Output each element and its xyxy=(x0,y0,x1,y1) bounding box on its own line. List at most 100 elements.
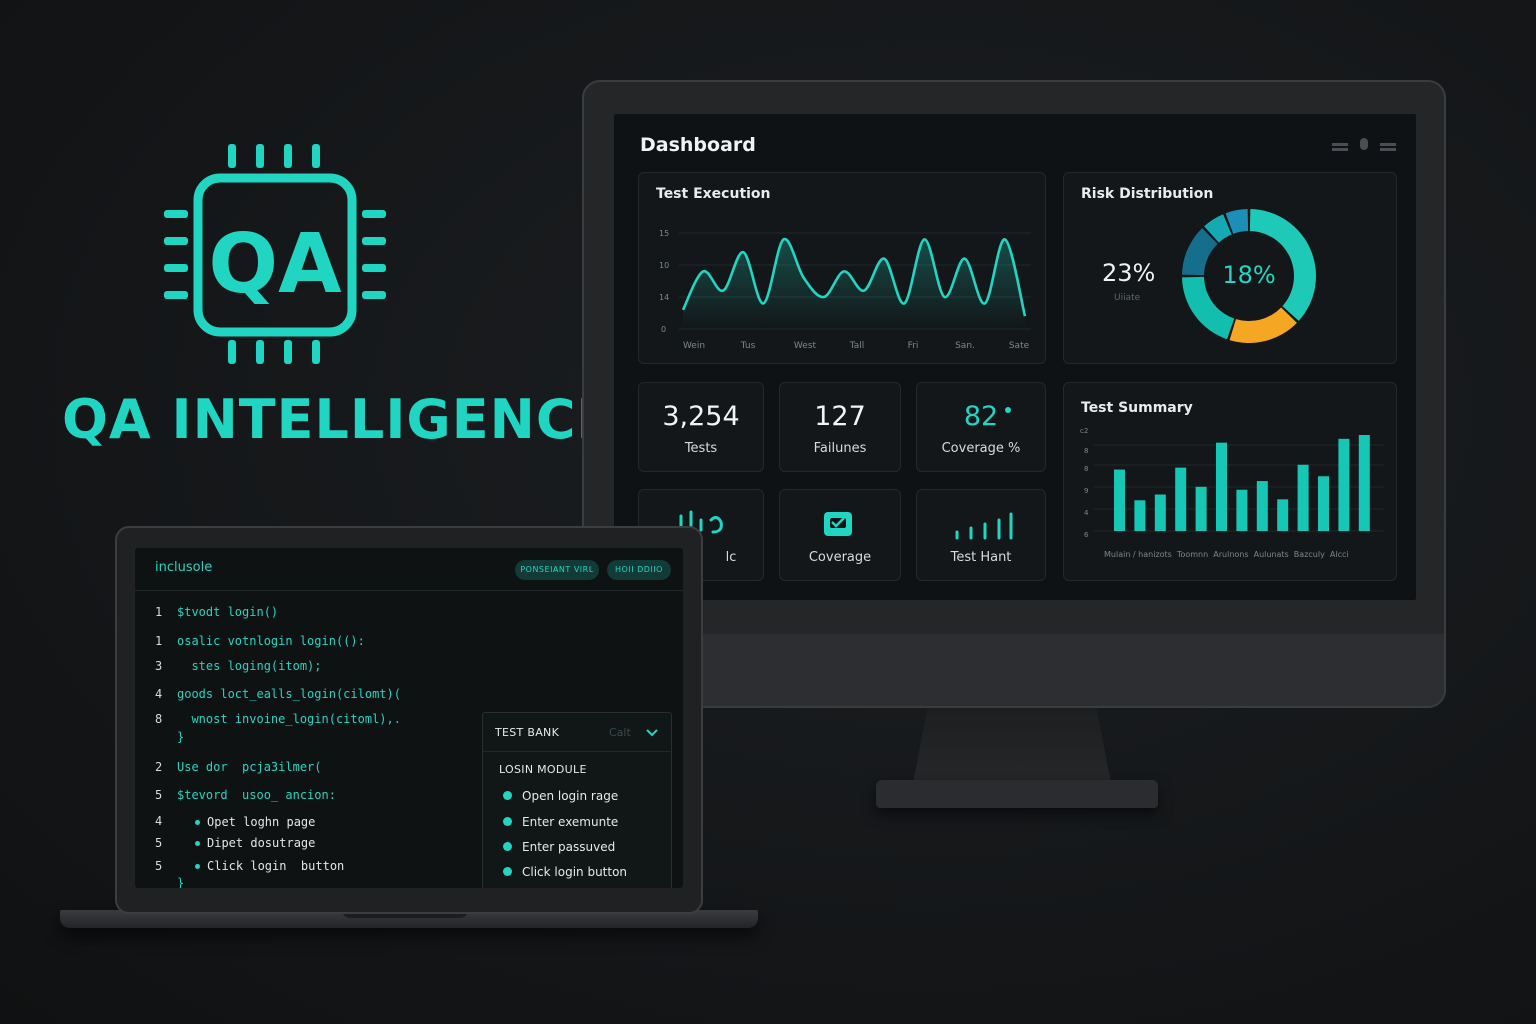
bar[interactable] xyxy=(1114,469,1125,531)
bar[interactable] xyxy=(1236,489,1248,531)
checklist-icon xyxy=(824,512,852,536)
code-line[interactable]: osalic votnlogin login((): xyxy=(177,634,365,648)
menu-icon[interactable] xyxy=(1380,142,1396,146)
menu-icon[interactable] xyxy=(1332,142,1348,146)
card-title: Risk Distribution xyxy=(1081,186,1214,202)
bar[interactable] xyxy=(1134,500,1146,531)
bar[interactable] xyxy=(1297,464,1309,531)
divider xyxy=(135,590,683,591)
code-line[interactable]: $tevord usoo_ ancion: xyxy=(177,788,336,802)
line-chart: 15 10 14 0 Wein Tus West Tall Fri San. S… xyxy=(659,229,1031,351)
y-tick: 15 xyxy=(659,229,669,238)
x-tick: Tus xyxy=(740,341,756,351)
chevron-down-icon[interactable] xyxy=(645,728,659,738)
line-number: 5 xyxy=(155,788,163,802)
line-number: 4 xyxy=(155,814,163,828)
logo-text: QA xyxy=(208,217,342,312)
y-tick: 10 xyxy=(659,261,669,270)
bar[interactable] xyxy=(1318,476,1329,531)
test-execution-card[interactable]: Test Execution 15 10 14 0 Wein Tus West … xyxy=(638,172,1046,364)
line-number: 4 xyxy=(155,687,163,701)
stat-value: 3,254 xyxy=(662,401,740,432)
chip-icon: QA xyxy=(164,144,386,364)
monitor-foot xyxy=(876,780,1158,808)
ide-title: inclusole xyxy=(155,560,213,575)
bar[interactable] xyxy=(1175,467,1187,531)
x-tick: Wein xyxy=(683,341,705,351)
test-step-item[interactable]: Click login button xyxy=(503,865,627,879)
stat-label: Failunes xyxy=(813,441,867,456)
line-number: 5 xyxy=(155,859,163,873)
y-tick: c2 xyxy=(1080,427,1088,435)
page-title: Dashboard xyxy=(640,134,756,156)
code-bullet[interactable]: Dipet dosutrage xyxy=(195,836,315,850)
risk-label: Uiiate xyxy=(1114,293,1141,303)
divider xyxy=(483,751,671,752)
ide-button-secondary[interactable]: HOII DDIIO xyxy=(607,560,671,580)
bar[interactable] xyxy=(1154,494,1166,531)
line-number: 1 xyxy=(155,605,163,619)
tile-label: Coverage xyxy=(808,550,872,565)
test-summary-card[interactable]: Test Summary c2 8 8 9 4 6 Mulain / haniz… xyxy=(1063,382,1397,581)
donut-slice[interactable] xyxy=(1229,307,1297,343)
test-step-item[interactable]: Enter passuved xyxy=(503,840,615,854)
stat-card-coverage[interactable]: 82 Coverage % xyxy=(916,382,1046,472)
x-labels: Mulain / hanizots Toomnn Arulnons Auluna… xyxy=(1104,550,1349,559)
bar[interactable] xyxy=(1358,435,1370,531)
y-tick: 4 xyxy=(1084,509,1089,517)
test-bank-panel[interactable]: TEST BANK Calt LOSIN MODULE Open login r… xyxy=(482,712,672,888)
code-line[interactable]: goods loct_ealls_login(cilomt)( xyxy=(177,687,401,701)
ide-screen: inclusole PONSEIANT VIRL HOII DDIIO 1 $t… xyxy=(135,548,683,888)
test-bank-title: TEST BANK xyxy=(495,726,560,739)
code-line[interactable]: } xyxy=(177,876,184,888)
tile-label: Test Hant xyxy=(950,550,1012,565)
tile-coverage[interactable]: Coverage xyxy=(779,489,901,581)
test-step-item[interactable]: Open login rage xyxy=(503,789,618,803)
line-number: 2 xyxy=(155,760,163,774)
code-line[interactable]: wnost invoine_login(citoml),. xyxy=(177,712,401,726)
code-line[interactable]: Use dor pcja3ilmer( xyxy=(177,760,322,774)
y-tick: 0 xyxy=(661,325,666,334)
bar[interactable] xyxy=(1256,481,1268,531)
line-number: 5 xyxy=(155,836,163,850)
stat-card-tests[interactable]: 3,254 Tests xyxy=(638,382,764,472)
y-tick: 14 xyxy=(659,293,669,302)
stat-value: 127 xyxy=(814,401,866,432)
x-tick: Fri xyxy=(908,341,919,351)
dashboard-screen: Dashboard Test Execution 15 10 14 0 Wein… xyxy=(614,114,1416,600)
line-number: 3 xyxy=(155,659,163,673)
x-tick: Tall xyxy=(849,341,865,351)
y-tick: 8 xyxy=(1084,465,1088,473)
module-title: LOSIN MODULE xyxy=(499,763,587,776)
x-tick: Sate xyxy=(1009,341,1030,351)
laptop: inclusole PONSEIANT VIRL HOII DDIIO 1 $t… xyxy=(115,526,703,914)
bar[interactable] xyxy=(1277,499,1289,531)
test-step-item[interactable]: Enter exemunte xyxy=(503,815,618,829)
code-line[interactable]: } xyxy=(177,730,184,744)
window-controls[interactable] xyxy=(1332,138,1396,150)
ide-button-primary[interactable]: PONSEIANT VIRL xyxy=(515,560,599,580)
code-line[interactable]: $tvodt login() xyxy=(177,605,278,619)
code-bullet[interactable]: Opet loghn page xyxy=(195,815,315,829)
stat-card-failures[interactable]: 127 Failunes xyxy=(779,382,901,472)
monitor: Dashboard Test Execution 15 10 14 0 Wein… xyxy=(582,80,1446,708)
stat-label: Tests xyxy=(684,441,718,456)
brand-name: QA INTELLIGENCE xyxy=(62,388,615,451)
line-number: 8 xyxy=(155,712,163,726)
donut-center-value: 18% xyxy=(1222,261,1276,289)
bar[interactable] xyxy=(1338,438,1350,531)
bar[interactable] xyxy=(1195,486,1207,531)
code-bullet[interactable]: Click login button xyxy=(195,859,344,873)
test-bank-filter[interactable]: Calt xyxy=(609,726,631,739)
toggle-icon[interactable] xyxy=(1360,138,1368,150)
bar[interactable] xyxy=(1216,442,1227,531)
code-line[interactable]: stes loging(itom); xyxy=(177,659,321,673)
status-dot-icon xyxy=(1005,407,1011,413)
tile-test-hant[interactable]: Test Hant xyxy=(916,489,1046,581)
monitor-stand xyxy=(912,706,1112,788)
risk-distribution-card[interactable]: Risk Distribution 23% Uiiate 18% xyxy=(1063,172,1397,364)
y-tick: 8 xyxy=(1084,447,1088,455)
stat-label: Coverage % xyxy=(941,441,1021,456)
signal-bars-icon xyxy=(955,512,1013,540)
bar-chart: c2 8 8 9 4 6 Mulain / hanizots Toomnn Ar… xyxy=(1080,427,1384,559)
